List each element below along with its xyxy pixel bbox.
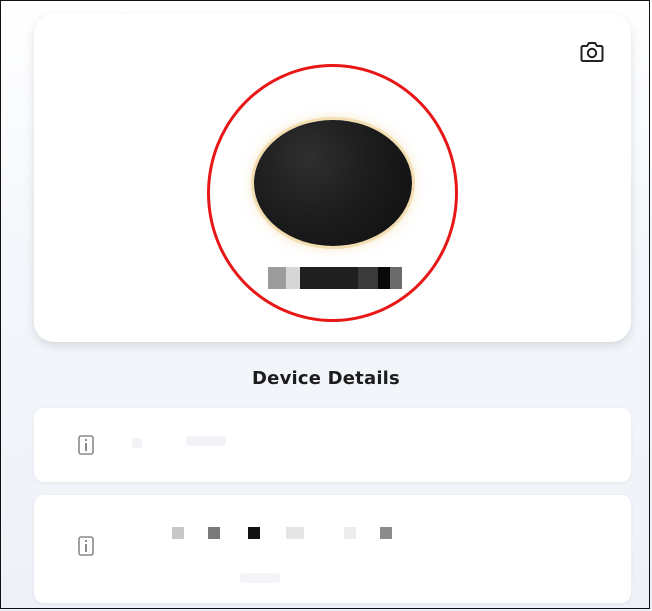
blurred-text <box>240 573 280 583</box>
detail-row[interactable] <box>34 408 631 482</box>
section-title: Device Details <box>252 368 400 389</box>
blurred-text <box>186 436 226 446</box>
blurred-text <box>208 527 220 539</box>
redacted-device-name <box>268 267 402 289</box>
device-info-icon <box>78 536 94 556</box>
blurred-text <box>380 527 392 539</box>
blurred-text <box>344 527 356 539</box>
camera-icon <box>580 42 604 62</box>
blurred-text <box>172 527 184 539</box>
blurred-text <box>248 527 260 539</box>
detail-row[interactable] <box>34 495 631 603</box>
blurred-text <box>286 527 304 539</box>
device-info-icon <box>78 435 94 455</box>
blurred-text <box>132 438 142 448</box>
change-photo-button[interactable] <box>576 37 608 67</box>
